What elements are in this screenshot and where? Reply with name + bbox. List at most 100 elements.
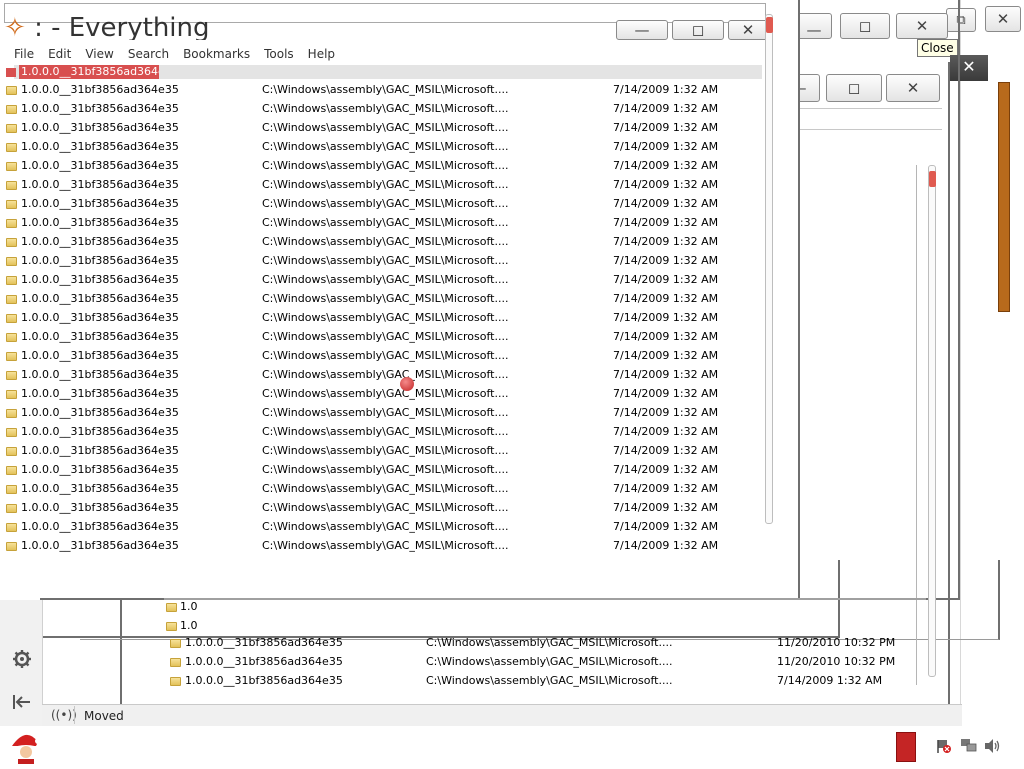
list-item[interactable]: 1.0.0.0__31bf3856ad364e35 C:\Windows\asse… <box>2 271 762 290</box>
file-list: 1.0.0.0__31bf3856ad364e35 C:\Windows\asse… <box>2 81 762 561</box>
item-path: C:\Windows\assembly\GAC_MSIL\Microsoft..… <box>426 636 673 649</box>
list-item[interactable]: 1.0.0.0__31bf3856ad364e35 C:\Windows\asse… <box>2 461 762 480</box>
item-path: C:\Windows\assembly\GAC_MSIL\Microsoft..… <box>262 83 509 96</box>
list-item[interactable]: 1.0.0.0__31bf3856ad364e35 C:\Windows\asse… <box>166 672 926 691</box>
window3-close-button-main[interactable]: ✕ <box>886 74 940 102</box>
back-window-close-button[interactable]: ✕ <box>985 6 1021 32</box>
close-icon: ✕ <box>962 57 976 76</box>
list-item[interactable]: 1.0.0.0__31bf3856ad364e35 C:\Windows\asse… <box>2 214 762 233</box>
folder-icon <box>6 390 17 399</box>
item-date: 11/20/2010 10:32 PM <box>777 655 896 668</box>
menu-search[interactable]: Search <box>128 47 169 61</box>
folder-icon <box>6 542 17 551</box>
menu-edit[interactable]: Edit <box>48 47 71 61</box>
item-path: C:\Windows\assembly\GAC_MSIL\Microsoft..… <box>262 501 509 514</box>
speaker-icon[interactable] <box>984 738 1002 754</box>
item-date: 7/14/2009 1:32 AM <box>613 178 719 191</box>
item-path: C:\Windows\assembly\GAC_MSIL\Microsoft..… <box>426 674 673 687</box>
start-button[interactable] <box>4 728 48 766</box>
item-date: 7/14/2009 1:32 AM <box>613 102 719 115</box>
item-name: 1.0.0.0__31bf3856ad364e35 <box>21 254 179 267</box>
menu-help[interactable]: Help <box>308 47 335 61</box>
list-item[interactable]: 1.0.0.0__31bf3856ad364e35 C:\Windows\asse… <box>2 176 762 195</box>
item-date: 7/14/2009 1:32 AM <box>613 159 719 172</box>
folder-icon <box>6 523 17 532</box>
tray-red-app[interactable] <box>896 732 916 762</box>
item-path: C:\Windows\assembly\GAC_MSIL\Microsoft..… <box>262 520 509 533</box>
folder-icon <box>166 621 177 631</box>
menu-bookmarks[interactable]: Bookmarks <box>183 47 250 61</box>
item-name: 1.0.0.0__31bf3856ad364e35 <box>21 520 179 533</box>
list-item[interactable]: 1.0.0.0__31bf3856ad364e35 C:\Windows\asse… <box>2 385 762 404</box>
list-item[interactable]: 1.0.0.0__31bf3856ad364e35 C:\Windows\asse… <box>2 157 762 176</box>
folder-icon <box>6 257 17 266</box>
list-item[interactable]: 1.0.0.0__31bf3856ad364e35 C:\Windows\asse… <box>2 290 762 309</box>
list-item[interactable]: 1.0.0.0__31bf3856ad364e35 C:\Windows\asse… <box>2 404 762 423</box>
list-item[interactable]: 1.0.0.0__31bf3856ad364e35 C:\Windows\asse… <box>2 442 762 461</box>
selected-folder-icon <box>6 68 16 77</box>
list-item[interactable]: 1.0.0.0__31bf3856ad364e35 C:\Windows\asse… <box>2 100 762 119</box>
list-item[interactable]: 1.0.0.0__31bf3856ad364e35 C:\Windows\asse… <box>2 518 762 537</box>
gear-icon[interactable] <box>12 649 32 669</box>
list-item[interactable]: 1.0.0.0__31bf3856ad364e35 C:\Windows\asse… <box>2 233 762 252</box>
item-name: 1.0.0.0__31bf3856ad364e35 <box>21 140 179 153</box>
list-item[interactable]: 1.0.0.0__31bf3856ad364e35 C:\Windows\asse… <box>2 309 762 328</box>
main-scroll-thumb[interactable] <box>766 17 773 33</box>
menu-bar: File Edit View Search Bookmarks Tools Help <box>14 47 349 63</box>
maximize-icon: ◻ <box>847 78 861 97</box>
list-item-partial[interactable]: 1.0 <box>166 600 198 613</box>
item-path: C:\Windows\assembly\GAC_MSIL\Microsoft..… <box>262 254 509 267</box>
item-name: 1.0.0.0__31bf3856ad364e35 <box>185 655 343 668</box>
menu-view[interactable]: View <box>85 47 113 61</box>
list-item[interactable]: 1.0.0.0__31bf3856ad364e35 C:\Windows\asse… <box>2 195 762 214</box>
main-scrollbar[interactable] <box>765 14 773 524</box>
item-path: C:\Windows\assembly\GAC_MSIL\Microsoft..… <box>262 387 509 400</box>
item-date: 7/14/2009 1:32 AM <box>613 311 719 324</box>
list-item[interactable]: 1.0.0.0__31bf3856ad364e35 C:\Windows\asse… <box>2 347 762 366</box>
list-item[interactable]: 1.0.0.0__31bf3856ad364e35 C:\Windows\asse… <box>166 634 926 653</box>
folder-icon <box>6 200 17 209</box>
item-date: 7/14/2009 1:32 AM <box>613 292 719 305</box>
item-path: C:\Windows\assembly\GAC_MSIL\Microsoft..… <box>262 368 509 381</box>
list-item[interactable]: 1.0.0.0__31bf3856ad364e35 C:\Windows\asse… <box>2 328 762 347</box>
everything-maximize-button[interactable]: ◻ <box>672 20 724 40</box>
flag-icon[interactable] <box>936 738 952 754</box>
item-date: 7/14/2009 1:32 AM <box>613 444 719 457</box>
list-item[interactable]: 1.0.0.0__31bf3856ad364e35 C:\Windows\asse… <box>2 480 762 499</box>
list-item[interactable]: 1.0.0.0__31bf3856ad364e35 C:\Windows\asse… <box>2 499 762 518</box>
item-name: 1.0.0.0__31bf3856ad364e35 <box>21 463 179 476</box>
item-name: 1.0.0.0__31bf3856ad364e35 <box>21 387 179 400</box>
network-icon[interactable] <box>960 738 978 754</box>
list-item[interactable]: 1.0.0.0__31bf3856ad364e35 C:\Windows\asse… <box>2 119 762 138</box>
window3-scroll-thumb[interactable] <box>929 171 936 187</box>
menu-file[interactable]: File <box>14 47 34 61</box>
item-name: 1.0.0.0__31bf3856ad364e35 <box>21 292 179 305</box>
folder-icon <box>6 276 17 285</box>
item-name: 1.0.0.0__31bf3856ad364e35 <box>21 444 179 457</box>
list-item[interactable]: 1.0.0.0__31bf3856ad364e35 C:\Windows\asse… <box>2 81 762 100</box>
folder-icon <box>170 639 181 648</box>
collapse-left-icon[interactable] <box>12 694 32 710</box>
window3-maximize-button[interactable]: ◻ <box>826 74 882 102</box>
list-item[interactable]: 1.0.0.0__31bf3856ad364e35 C:\Windows\asse… <box>2 366 762 385</box>
folder-icon <box>6 238 17 247</box>
list-item-partial[interactable]: 1.0 <box>166 619 198 632</box>
everything-close-button[interactable]: ✕ <box>728 20 768 40</box>
item-date: 7/14/2009 1:32 AM <box>613 235 719 248</box>
list-item[interactable]: 1.0.0.0__31bf3856ad364e35 C:\Windows\asse… <box>2 537 762 556</box>
selected-item[interactable]: 1.0.0.0__31bf3856ad364e3 <box>19 65 159 79</box>
item-name: 1.0 <box>180 600 198 613</box>
list-item[interactable]: 1.0.0.0__31bf3856ad364e35 C:\Windows\asse… <box>2 138 762 157</box>
folder-icon <box>170 658 181 667</box>
item-date: 7/14/2009 1:32 AM <box>613 121 719 134</box>
folder-icon <box>6 181 17 190</box>
menu-tools[interactable]: Tools <box>264 47 294 61</box>
window3-header-line <box>800 108 942 130</box>
list-item[interactable]: 1.0.0.0__31bf3856ad364e35 C:\Windows\asse… <box>166 653 926 672</box>
everything-minimize-button[interactable]: — <box>616 20 668 40</box>
window3-scrollbar[interactable] <box>928 165 936 677</box>
list-item[interactable]: 1.0.0.0__31bf3856ad364e35 C:\Windows\asse… <box>2 252 762 271</box>
list-item[interactable]: 1.0.0.0__31bf3856ad364e35 C:\Windows\asse… <box>2 423 762 442</box>
folder-icon <box>6 143 17 152</box>
item-name: 1.0.0.0__31bf3856ad364e35 <box>185 636 343 649</box>
